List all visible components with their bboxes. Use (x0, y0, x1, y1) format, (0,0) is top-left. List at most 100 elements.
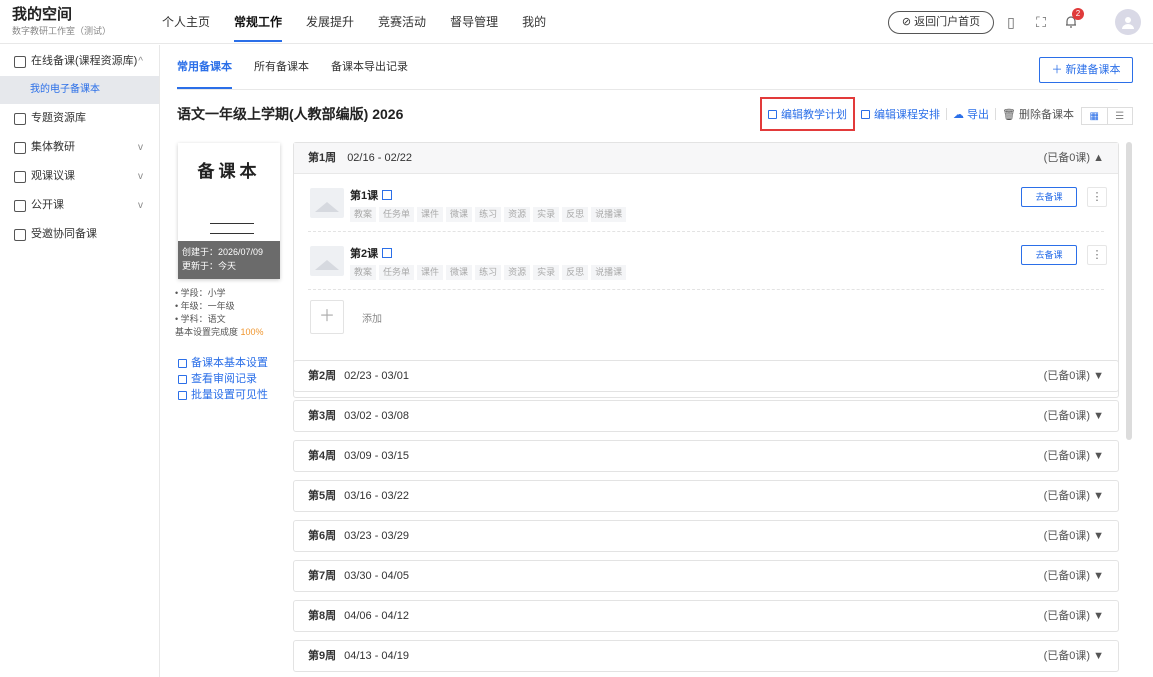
week-header[interactable]: 第1周 02/16 - 02/22 (已备0课) ▲ (294, 143, 1118, 174)
brand: 我的空间 数字教研工作室（测试） (12, 6, 111, 38)
tag[interactable]: 资源 (504, 207, 531, 222)
tag[interactable]: 练习 (475, 207, 502, 222)
tag[interactable]: 反思 (562, 265, 589, 280)
main-nav: 个人主页 常规工作 发展提升 竞赛活动 督导管理 我的 (150, 0, 558, 44)
delete-book-button[interactable]: 🗑 删除备课本 (996, 106, 1080, 122)
lesson-row: 第2课 教案 任务单 课件 微课 练习 资源 实录 反思 说播课 去备课 ⋮ (308, 232, 1107, 290)
nav-routine-work[interactable]: 常规工作 (222, 0, 294, 44)
go-prepare-button[interactable]: 去备课 (1021, 245, 1077, 265)
tag[interactable]: 教案 (350, 207, 377, 222)
edit-icon[interactable] (382, 190, 393, 200)
avatar[interactable] (1115, 9, 1141, 35)
week-panel[interactable]: 第7周 03/30 - 04/05 (已备0课) ▼ (293, 560, 1119, 592)
sidebar-item-label: 专题资源库 (31, 112, 86, 124)
chevron-up-icon: ^ (138, 56, 143, 67)
document-icon (178, 374, 187, 384)
scrollbar[interactable] (1126, 142, 1132, 440)
week-range: 03/02 - 03/08 (344, 410, 409, 422)
group-icon (14, 141, 26, 154)
week-panel[interactable]: 第9周 04/13 - 04/19 (已备0课) ▼ (293, 640, 1119, 672)
tag[interactable]: 实录 (533, 265, 560, 280)
basic-settings-link[interactable]: 备课本基本设置 (178, 355, 268, 371)
mobile-icon[interactable]: ▯ (1000, 11, 1022, 33)
tag[interactable]: 微课 (446, 265, 473, 280)
tag[interactable]: 反思 (562, 207, 589, 222)
tab-export-records[interactable]: 备课本导出记录 (331, 45, 408, 89)
more-icon[interactable]: ⋮ (1087, 245, 1107, 265)
tag[interactable]: 微课 (446, 207, 473, 222)
tabs-divider (177, 89, 1118, 90)
add-lesson-row[interactable]: ＋ 添加 (308, 290, 1104, 350)
brand-subtitle: 数字教研工作室（测试） (12, 26, 112, 36)
sidebar-item-topic-library[interactable]: 专题资源库 (0, 104, 159, 133)
edit-icon (861, 109, 870, 119)
week-panel[interactable]: 第5周 03/16 - 03/22 (已备0课) ▼ (293, 480, 1119, 512)
nav-mine[interactable]: 我的 (510, 0, 558, 44)
edit-icon (768, 109, 777, 119)
visibility-label: 批量设置可见性 (191, 389, 268, 401)
visibility-link[interactable]: 批量设置可见性 (178, 387, 268, 403)
book-cover[interactable]: 备课本 创建于：2026/07/09 更新于：今天 (178, 143, 280, 279)
week-panel[interactable]: 第8周 04/06 - 04/12 (已备0课) ▼ (293, 600, 1119, 632)
screen-icon (14, 170, 26, 183)
plus-icon[interactable]: ＋ (310, 300, 344, 334)
chevron-down-icon: v (138, 142, 143, 153)
export-button[interactable]: ☁ 导出 (947, 106, 995, 122)
sidebar-item-label: 受邀协同备课 (31, 228, 97, 240)
tag[interactable]: 练习 (475, 265, 502, 280)
fullscreen-icon[interactable]: ⛶ (1030, 11, 1052, 33)
sidebar-item-label: 在线备课(课程资源库) (31, 55, 138, 67)
week-label: 第9周 (308, 650, 337, 662)
tag[interactable]: 教案 (350, 265, 377, 280)
tab-all[interactable]: 所有备课本 (254, 45, 309, 89)
nav-supervision[interactable]: 督导管理 (438, 0, 510, 44)
week-panel[interactable]: 第2周 02/23 - 03/01 (已备0课) ▼ (293, 360, 1119, 392)
tag[interactable]: 说播课 (591, 265, 627, 280)
tag[interactable]: 说播课 (591, 207, 627, 222)
sidebar-item-invited-prep[interactable]: 受邀协同备课 (0, 220, 159, 249)
edit-plan-button[interactable]: 编辑教学计划 (760, 97, 855, 131)
tag[interactable]: 课件 (417, 207, 444, 222)
sidebar-item-observation[interactable]: 观课议课 v (0, 162, 159, 191)
sidebar-item-group-research[interactable]: 集体教研 v (0, 133, 159, 162)
book-cover-lines (204, 223, 254, 243)
edit-schedule-button[interactable]: 编辑课程安排 (855, 106, 946, 122)
sidebar-item-my-ebook[interactable]: 我的电子备课本 (0, 76, 159, 104)
view-toggle: ▦ ☰ (1081, 107, 1133, 125)
sidebar-item-online-prep[interactable]: 在线备课(课程资源库) ^ (0, 47, 159, 76)
tag[interactable]: 课件 (417, 265, 444, 280)
week-panel[interactable]: 第3周 03/02 - 03/08 (已备0课) ▼ (293, 400, 1119, 432)
week-panel[interactable]: 第6周 03/23 - 03/29 (已备0课) ▼ (293, 520, 1119, 552)
edit-icon (178, 358, 187, 368)
list-view-icon[interactable]: ☰ (1106, 108, 1133, 124)
tag[interactable]: 任务单 (379, 207, 415, 222)
tag[interactable]: 实录 (533, 207, 560, 222)
new-book-button[interactable]: ＋ 新建备课本 (1039, 57, 1133, 83)
nav-development[interactable]: 发展提升 (294, 0, 366, 44)
portal-home-button[interactable]: ⊘ 返回门户首页 (888, 11, 994, 34)
tag[interactable]: 资源 (504, 265, 531, 280)
nav-competition[interactable]: 竞赛活动 (366, 0, 438, 44)
grid-view-icon[interactable]: ▦ (1082, 108, 1107, 124)
go-prepare-button[interactable]: 去备课 (1021, 187, 1077, 207)
created-date: 创建于：2026/07/09 (182, 247, 264, 257)
compass-icon: ⊘ (901, 16, 912, 28)
week-status: (已备0课) ▲ (1043, 152, 1104, 164)
sidebar-item-label: 公开课 (31, 199, 64, 211)
more-icon[interactable]: ⋮ (1087, 187, 1107, 207)
week-status: (已备0课) ▼ (1043, 530, 1104, 542)
tab-common[interactable]: 常用备课本 (177, 45, 232, 89)
trash-icon: 🗑 (1002, 108, 1016, 121)
nav-home[interactable]: 个人主页 (150, 0, 222, 44)
week-panel[interactable]: 第4周 03/09 - 03/15 (已备0课) ▼ (293, 440, 1119, 472)
book-links: 备课本基本设置 查看审阅记录 批量设置可见性 (178, 355, 268, 403)
sidebar-item-open-class[interactable]: 公开课 v (0, 191, 159, 220)
week-label: 第8周 (308, 610, 337, 622)
tag[interactable]: 任务单 (379, 265, 415, 280)
cloud-upload-icon: ☁ (953, 108, 964, 121)
review-records-link[interactable]: 查看审阅记录 (178, 371, 268, 387)
updated-date: 更新于：今天 (182, 261, 237, 271)
book-dates: 创建于：2026/07/09 更新于：今天 (178, 241, 280, 279)
bell-icon[interactable]: 2 (1060, 8, 1084, 33)
edit-icon[interactable] (382, 248, 393, 258)
